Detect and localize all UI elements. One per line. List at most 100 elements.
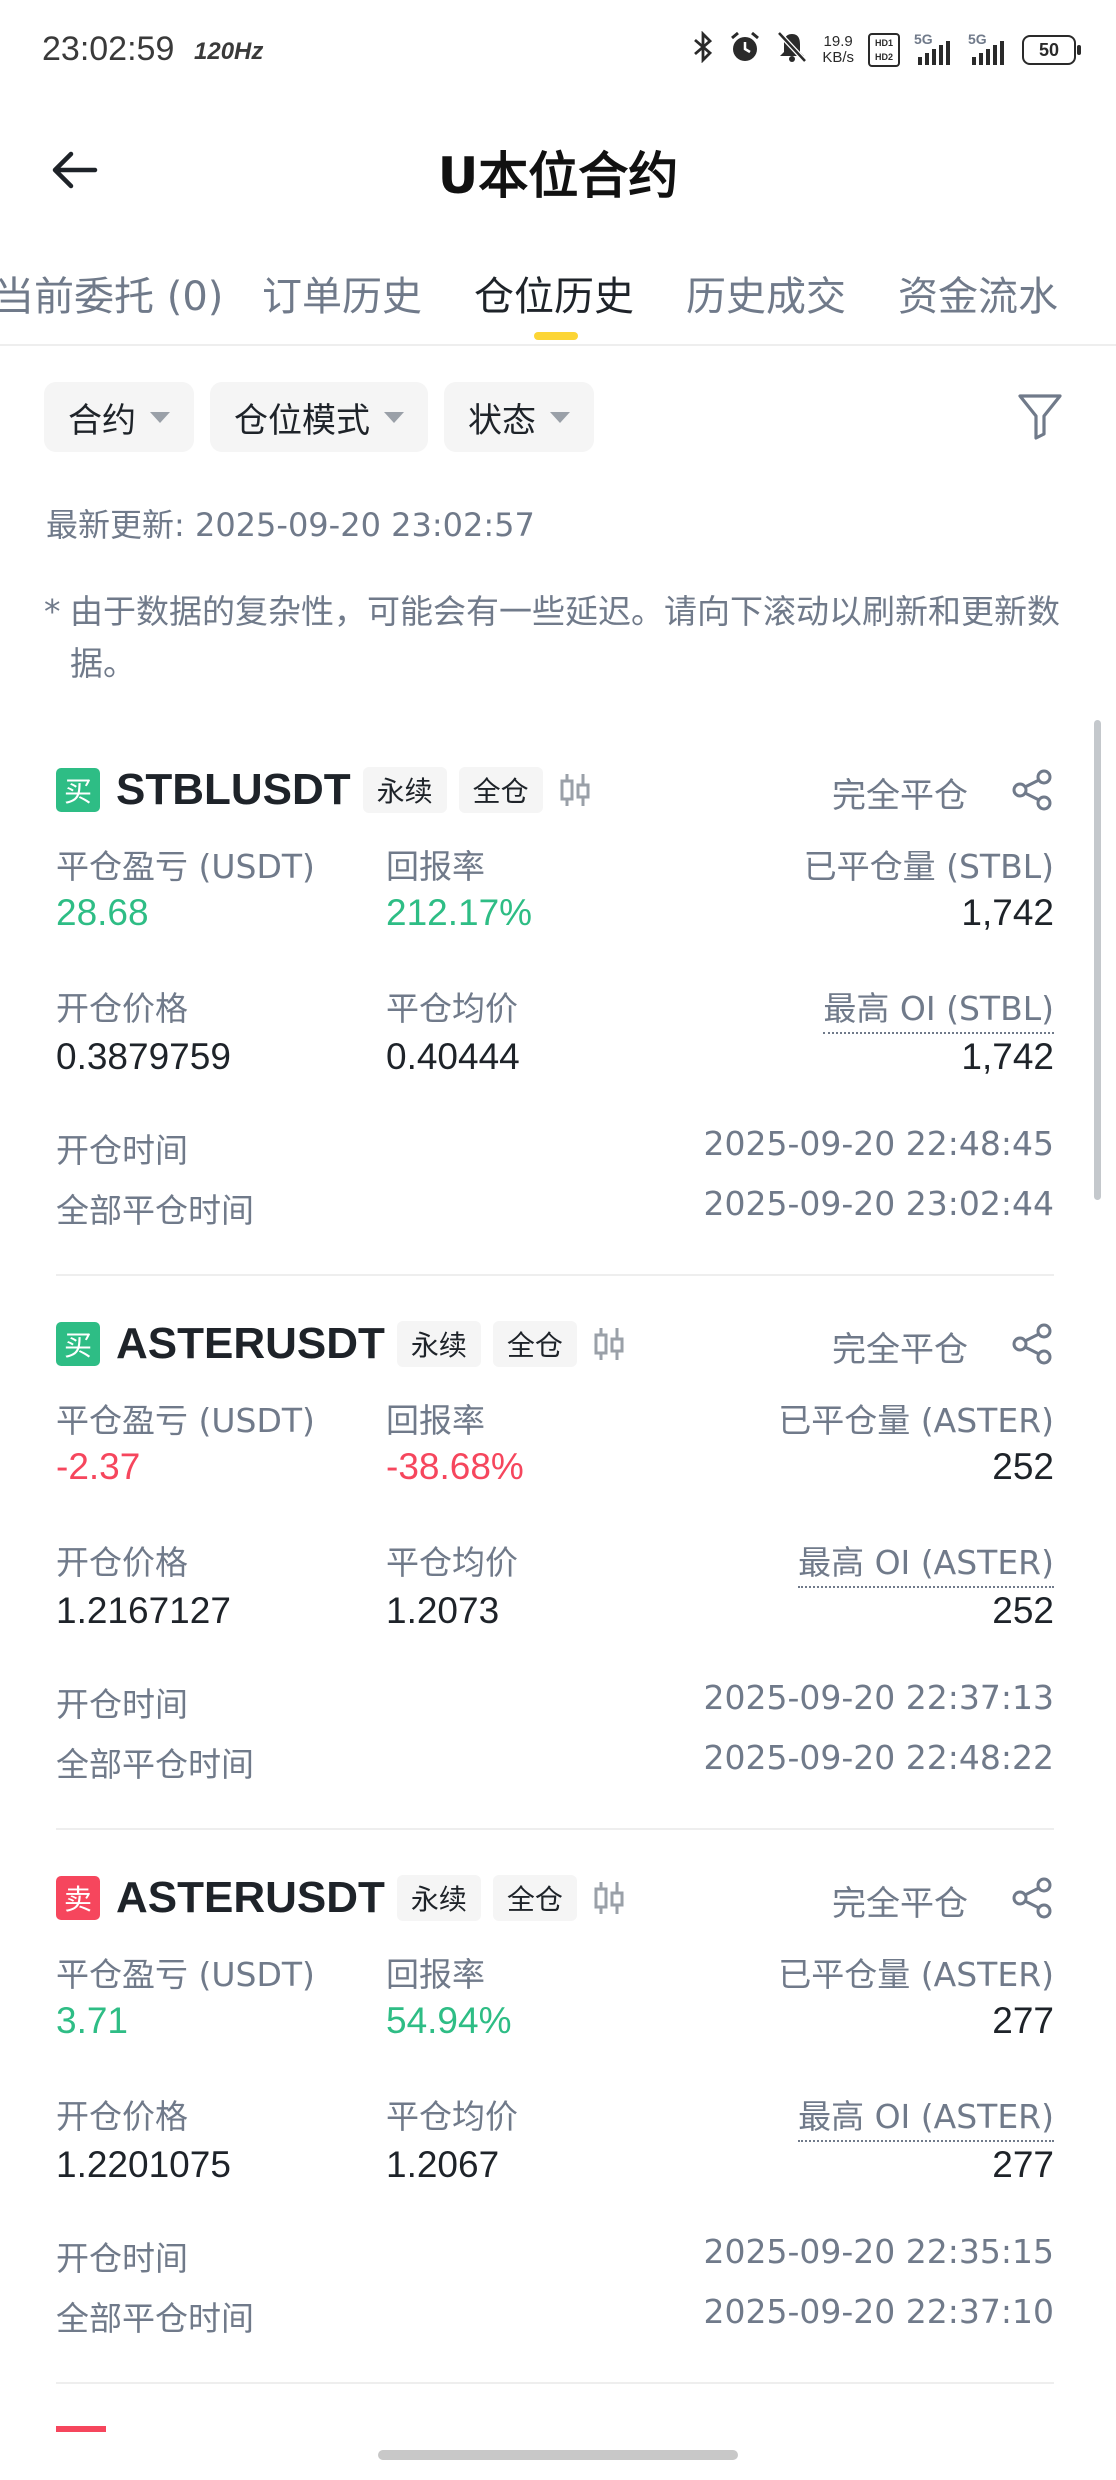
max-oi-value: 1,742 [961,1036,1054,1077]
tab-open-orders[interactable]: 当前委托 (0) [0,264,223,322]
close-status: 完全平仓 [832,776,968,816]
tab-funding-flow[interactable]: 资金流水 [898,264,1058,322]
side-badge: 买 [56,1322,100,1366]
status-icons: 19.9 KB/s HD1 HD2 5G 5G 50 [692,26,1081,74]
open-price-label: 开仓价格 [56,2097,188,2136]
card-divider [56,1274,1054,1276]
perpetual-tag: 永续 [362,767,447,813]
battery-icon: 50 [1022,35,1081,65]
notice-text: 由于数据的复杂性，可能会有一些延迟。请向下滚动以刷新和更新数据。 [70,592,1060,683]
filter-bar: 合约 仓位模式 状态 [44,382,594,452]
position-header: 买 ASTERUSDT 永续 全仓 [56,1314,629,1374]
pnl-label: 平仓盈亏 (USDT) [56,1401,315,1440]
mute-bell-icon [776,30,808,70]
alarm-icon [728,30,762,70]
share-icon[interactable] [1010,768,1054,812]
open-price-value: 1.2201075 [56,2144,231,2185]
filter-position-mode-label: 仓位模式 [234,400,370,441]
pnl-value: 28.68 [56,892,149,933]
closed-qty-value: 277 [992,2000,1054,2041]
open-time-label: 开仓时间 [56,1131,188,1170]
closed-qty-label: 已平仓量 (ASTER) [778,1401,1054,1440]
cross-margin-tag: 全仓 [492,1875,577,1921]
card-divider [56,2382,1054,2384]
close-avg-label: 平仓均价 [386,1543,518,1582]
roi-value: 212.17% [386,892,533,933]
share-icon[interactable] [1010,1876,1054,1920]
close-status: 完全平仓 [832,1330,968,1370]
cross-margin-tag: 全仓 [458,767,543,813]
pnl-value: -2.37 [56,1446,141,1487]
close-avg-label: 平仓均价 [386,989,518,1028]
close-time-value: 2025-09-20 22:37:10 [703,2292,1054,2331]
tab-trade-history[interactable]: 历史成交 [686,264,846,322]
close-time-label: 全部平仓时间 [56,2299,254,2338]
status-bar: 23:02:59 120Hz 19.9 KB/s HD1 HD2 5G 5G 5… [0,0,1116,104]
cross-margin-tag: 全仓 [492,1321,577,1367]
candlestick-icon[interactable] [589,1324,629,1364]
filter-position-mode[interactable]: 仓位模式 [210,382,428,452]
status-time: 23:02:59 [42,30,175,68]
close-avg-value: 0.40444 [386,1036,520,1077]
net-speed-unit: KB/s [822,49,854,66]
open-time-label: 开仓时间 [56,1685,188,1724]
tab-bar: 当前委托 (0) 订单历史 仓位历史 历史成交 资金流水 [0,248,1116,346]
caret-down-icon [550,411,570,423]
candlestick-icon[interactable] [589,1878,629,1918]
open-price-value: 1.2167127 [56,1590,231,1631]
side-badge: 买 [56,768,100,812]
hd-badge: HD1 HD2 [868,33,900,67]
roi-label: 回报率 [386,1955,485,1994]
pnl-label: 平仓盈亏 (USDT) [56,847,315,886]
filter-status-label: 状态 [468,400,536,441]
filter-contract-label: 合约 [68,400,136,441]
filter-status[interactable]: 状态 [444,382,594,452]
position-header: 买 STBLUSDT 永续 全仓 [56,760,595,820]
position-header: 卖 ASTERUSDT 永续 全仓 [56,1868,629,1928]
max-oi-value: 277 [992,2144,1054,2185]
roi-label: 回报率 [386,847,485,886]
card-divider [56,1828,1054,1830]
candlestick-icon[interactable] [555,770,595,810]
close-time-value: 2025-09-20 22:48:22 [703,1738,1054,1777]
funnel-filter-icon[interactable] [1016,390,1064,442]
open-price-value: 0.3879759 [56,1036,231,1077]
delay-notice: * 由于数据的复杂性，可能会有一些延迟。请向下滚动以刷新和更新数据。 [44,586,1074,690]
scrollbar[interactable] [1094,720,1101,1200]
open-price-label: 开仓价格 [56,989,188,1028]
open-time-value: 2025-09-20 22:37:13 [703,1678,1054,1717]
close-time-label: 全部平仓时间 [56,1745,254,1784]
perpetual-tag: 永续 [396,1875,481,1921]
roi-value: -38.68% [386,1446,524,1487]
close-avg-value: 1.2067 [386,2144,500,2185]
app-header: U本位合约 [0,112,1116,222]
symbol: ASTERUSDT [116,1319,385,1368]
symbol: STBLUSDT [116,765,351,814]
tab-order-history[interactable]: 订单历史 [262,264,422,322]
closed-qty-value: 252 [992,1446,1054,1487]
last-updated: 最新更新: 2025-09-20 23:02:57 [46,506,535,544]
closed-qty-label: 已平仓量 (ASTER) [778,1955,1054,1994]
closed-qty-value: 1,742 [961,892,1054,933]
max-oi-label[interactable]: 最高 OI (STBL) [823,982,1054,1034]
caret-down-icon [150,411,170,423]
open-time-value: 2025-09-20 22:48:45 [703,1124,1054,1163]
next-card-peek [56,2426,106,2432]
symbol: ASTERUSDT [116,1873,385,1922]
side-badge: 卖 [56,1876,100,1920]
active-tab-indicator [534,332,578,340]
signal-label: 5G [968,31,987,47]
max-oi-label[interactable]: 最高 OI (ASTER) [798,2090,1054,2142]
pnl-label: 平仓盈亏 (USDT) [56,1955,315,1994]
signal-icon-1: 5G [914,31,954,65]
open-time-value: 2025-09-20 22:35:15 [703,2232,1054,2271]
close-time-label: 全部平仓时间 [56,1191,254,1230]
signal-label: 5G [914,31,933,47]
max-oi-label[interactable]: 最高 OI (ASTER) [798,1536,1054,1588]
home-indicator[interactable] [378,2450,738,2460]
tab-position-history[interactable]: 仓位历史 [474,264,634,322]
roi-value: 54.94% [386,2000,512,2041]
close-avg-value: 1.2073 [386,1590,500,1631]
filter-contract[interactable]: 合约 [44,382,194,452]
share-icon[interactable] [1010,1322,1054,1366]
